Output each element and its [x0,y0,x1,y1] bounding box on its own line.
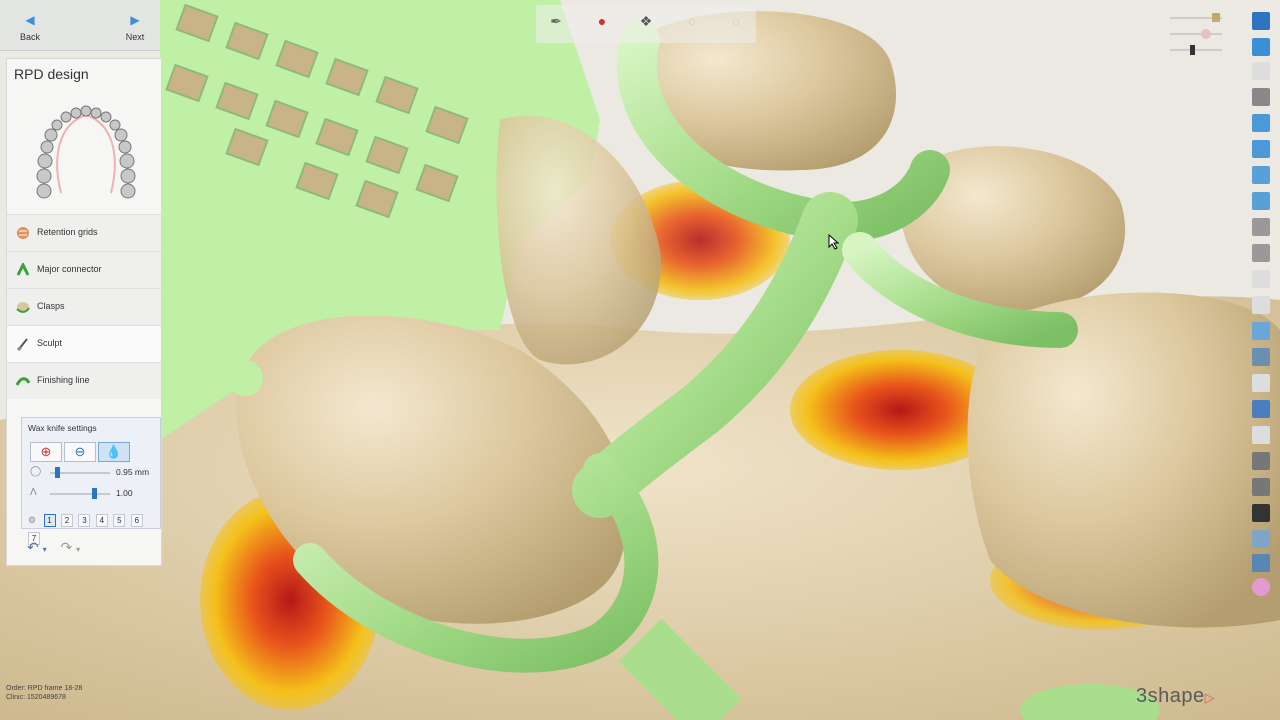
connector-tool-icon[interactable]: ❖ [634,13,658,37]
size-icon: ◯ [30,466,42,477]
logo-text: 3shape [1136,685,1205,707]
layer-icon[interactable] [1252,114,1270,132]
crop-icon[interactable] [1252,296,1270,314]
remove-wax-button[interactable]: ⊖ [64,442,96,462]
knife-strength-slider[interactable]: Λ 1.00 [28,487,153,501]
finishing-line-icon [16,377,30,386]
step-label: Finishing line [37,375,90,385]
disabled-tool-icon[interactable]: ○ [680,13,704,37]
mouse-cursor-icon [828,234,840,250]
sculpt-knife-icon [16,338,28,351]
document-icon[interactable] [1252,166,1270,184]
transparency-slider[interactable] [1166,10,1226,60]
add-wax-icon: ⊕ [40,444,52,459]
redo-dropdown-icon[interactable]: ▾ [76,545,80,554]
remove-wax-icon: ⊖ [74,444,86,459]
redo-icon[interactable]: ↷ [61,539,73,555]
next-label: Next [125,32,145,42]
major-connector-icon [16,263,30,276]
step-retention-grids[interactable]: Retention grids [7,214,161,251]
blank-icon[interactable] [1252,426,1270,444]
warning-icon[interactable] [1252,400,1270,418]
back-button[interactable]: ◀ Back [10,14,50,42]
crown-icon[interactable] [1252,478,1270,496]
step-sculpt[interactable]: Sculpt [7,325,161,362]
preset-5[interactable]: 5 [113,514,126,527]
step-label: Sculpt [37,338,63,348]
undo-redo-row: ↶ ▾ ↷ ▾ [27,539,80,556]
export-icon[interactable] [1252,192,1270,210]
strength-value: 1.00 [116,488,133,498]
preset-icon: ⚙ [28,515,37,525]
camera-icon[interactable] [1252,88,1270,106]
fullscreen-icon[interactable] [1252,38,1270,56]
wax-knife-settings: Wax knife settings ⊕ ⊖ 💧 ◯ 0.95 mm Λ 1.0… [21,417,161,545]
view-reset-icon[interactable] [1252,62,1270,80]
jaw-icon[interactable] [1252,348,1270,366]
rpd-design-panel: RPD design Retention grids Major connect… [6,58,162,566]
step-clasps[interactable]: Clasps [7,288,161,325]
knife-size-slider[interactable]: ◯ 0.95 mm [28,466,153,480]
preset-3[interactable]: 3 [78,514,91,527]
brush-icon[interactable] [1252,244,1270,262]
heatmap-tool-icon[interactable]: ● [590,13,614,37]
preset-row: ⚙ 1 2 3 4 5 6 7 [28,510,160,545]
right-toolbar [1250,6,1272,596]
workflow-steps: Retention grids Major connector Clasps S… [7,214,161,399]
add-wax-button[interactable]: ⊕ [30,442,62,462]
order-info: Order: RPD frame 18-28 Clinic: 152048967… [6,684,82,702]
close-icon[interactable] [1252,12,1270,30]
measure-icon[interactable] [1252,530,1270,548]
step-major-connector[interactable]: Major connector [7,251,161,288]
pen-icon[interactable] [1252,218,1270,236]
preset-6[interactable]: 6 [130,514,143,527]
strength-thumb[interactable] [92,488,97,499]
back-label: Back [19,32,40,42]
zoom-icon[interactable] [1252,270,1270,288]
smooth-drop-icon: 💧 [105,444,123,459]
cross-section-icon[interactable] [1252,504,1270,522]
wax-knife-title: Wax knife settings [28,423,97,433]
step-finishing-line[interactable]: Finishing line [7,362,161,399]
scan-icon[interactable] [1252,452,1270,470]
size-thumb[interactable] [55,467,60,478]
undo-dropdown-icon[interactable]: ▾ [43,545,47,554]
step-label: Retention grids [37,227,98,237]
next-arrow-icon: ▶ [130,13,140,27]
step-label: Clasps [37,301,65,311]
copy-icon[interactable] [1252,140,1270,158]
disabled-tool-icon-2[interactable]: ○ [724,13,748,37]
brand-logo: 3shape▷ [1136,685,1215,708]
strength-track [50,493,110,495]
step-label: Major connector [37,264,102,274]
undo-icon[interactable]: ↶ [27,539,39,555]
size-value: 0.95 mm [116,467,150,477]
clasp-icon [16,302,30,313]
model-icon[interactable] [1252,322,1270,340]
dental-arch-diagram[interactable] [21,93,151,205]
printer-icon[interactable] [1252,554,1270,572]
color-wheel-icon[interactable] [1252,578,1270,596]
strength-icon: Λ [30,487,37,498]
preset-4[interactable]: 4 [95,514,108,527]
circle-icon[interactable] [1252,374,1270,392]
preset-2[interactable]: 2 [60,514,73,527]
top-toolbar: ✒ ● ❖ ○ ○ [536,5,756,43]
logo-triangle-icon: ▷ [1204,690,1216,705]
retention-grid-icon [17,227,29,239]
smooth-wax-button[interactable]: 💧 [98,442,130,462]
nav-bar: ◀ Back ▶ Next [0,0,160,51]
preset-1[interactable]: 1 [43,514,56,527]
panel-title: RPD design [14,66,89,82]
clinic-line: Clinic: 1520489678 [6,694,66,701]
knife-tool-icon[interactable]: ✒ [544,13,568,37]
next-button[interactable]: ▶ Next [115,14,155,42]
3d-viewport[interactable] [0,0,1280,720]
back-arrow-icon: ◀ [25,13,35,27]
order-line: Order: RPD frame 18-28 [6,685,83,692]
